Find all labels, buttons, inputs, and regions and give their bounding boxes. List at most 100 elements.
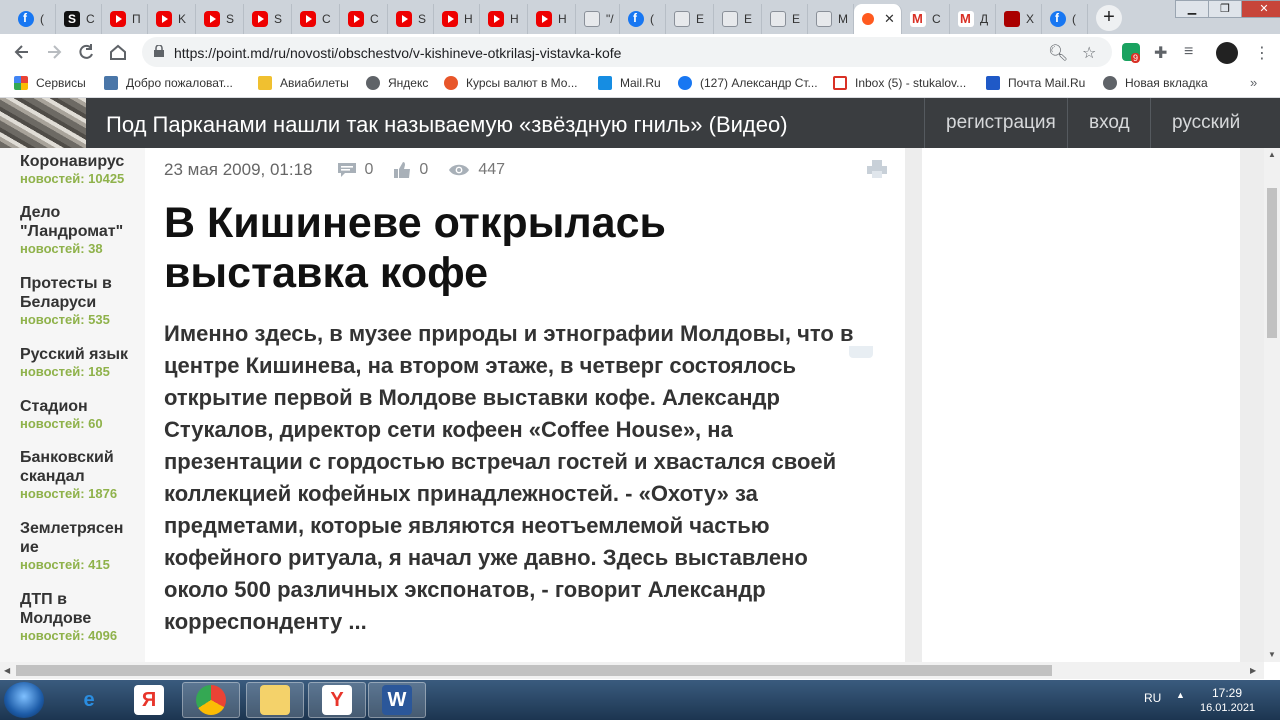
- topic-item[interactable]: Землетрясен ие новостей: 415: [20, 519, 140, 573]
- bookmark-item[interactable]: Курсы валют в Мо...: [444, 76, 578, 90]
- browser-tab[interactable]: (: [620, 4, 666, 34]
- bookmark-item[interactable]: Новая вкладка: [1103, 76, 1208, 90]
- scroll-down-arrow-icon[interactable]: ▼: [1268, 650, 1276, 659]
- adblock-extension-icon[interactable]: 9: [1122, 43, 1141, 63]
- profile-avatar[interactable]: [1216, 42, 1238, 64]
- topic-item[interactable]: Русский язык новостей: 185: [20, 345, 140, 380]
- extensions-puzzle-icon[interactable]: ✚: [1154, 43, 1172, 62]
- bookmark-item[interactable]: Авиабилеты: [258, 76, 349, 90]
- word-taskbar-button[interactable]: W: [368, 682, 426, 718]
- print-icon[interactable]: [867, 160, 887, 178]
- scroll-right-arrow-icon[interactable]: ▶: [1250, 666, 1256, 675]
- generic-page-icon: [816, 11, 832, 27]
- forward-button[interactable]: [44, 42, 64, 62]
- close-tab-icon[interactable]: ✕: [884, 11, 895, 27]
- topic-item[interactable]: Дело "Ландромат" новостей: 38: [20, 203, 140, 257]
- browser-tab[interactable]: "/: [576, 4, 620, 34]
- tab-title: K: [178, 12, 187, 26]
- file-explorer-taskbar-button[interactable]: [246, 682, 304, 718]
- browser-tab[interactable]: S: [388, 4, 434, 34]
- header-thumbnail[interactable]: [0, 98, 86, 148]
- topic-item[interactable]: Коронавирус новостей: 10425: [20, 152, 140, 187]
- clock-date[interactable]: 16.01.2021: [1200, 702, 1255, 714]
- browser-tab[interactable]: C: [292, 4, 340, 34]
- media-control-icon[interactable]: ≡: [1184, 43, 1202, 61]
- gmail-icon: [910, 11, 926, 27]
- new-tab-button[interactable]: +: [1096, 5, 1122, 31]
- bookmark-item[interactable]: Яндекс: [366, 76, 428, 90]
- bookmark-star-icon[interactable]: ☆: [1082, 43, 1096, 63]
- bookmark-item[interactable]: Почта Mail.Ru: [986, 76, 1085, 90]
- browser-tab[interactable]: S: [244, 4, 292, 34]
- bookmark-item[interactable]: Inbox (5) - stukalov...: [833, 76, 966, 90]
- home-button[interactable]: [108, 42, 128, 62]
- minimize-button[interactable]: ▁: [1175, 0, 1209, 18]
- bookmark-item[interactable]: Mail.Ru: [598, 76, 661, 90]
- site-nav-link[interactable]: русский: [1150, 98, 1261, 148]
- browser-tab[interactable]: C: [902, 4, 950, 34]
- currency-icon: [444, 76, 458, 90]
- zoom-icon[interactable]: 🔍︎: [1048, 43, 1068, 63]
- browser-tab[interactable]: П: [102, 4, 148, 34]
- start-button[interactable]: [4, 682, 44, 718]
- scroll-up-arrow-icon[interactable]: ▲: [1268, 150, 1276, 159]
- browser-tab[interactable]: E: [762, 4, 808, 34]
- topic-item[interactable]: Протесты в Беларуси новостей: 535: [20, 274, 140, 328]
- close-window-button[interactable]: ✕: [1241, 0, 1280, 18]
- site-nav-link[interactable]: регистрация: [924, 98, 1077, 148]
- browser-tab[interactable]: M: [808, 4, 854, 34]
- yandex-browser-icon: Я: [134, 685, 164, 715]
- bookmark-item[interactable]: Сервисы: [14, 76, 86, 90]
- tab-title: E: [744, 12, 753, 26]
- menu-dots-icon[interactable]: ⋮: [1254, 43, 1272, 62]
- tab-title: (: [40, 12, 44, 26]
- maximize-button[interactable]: ❐: [1208, 0, 1242, 18]
- browser-tab[interactable]: H: [434, 4, 480, 34]
- browser-tab[interactable]: (: [10, 4, 56, 34]
- browser-tab[interactable]: H: [528, 4, 576, 34]
- browser-tab[interactable]: E: [714, 4, 762, 34]
- back-button[interactable]: [12, 42, 32, 62]
- topic-item[interactable]: ДТП в Молдове новостей: 4096: [20, 590, 140, 644]
- browser-tab[interactable]: (: [1042, 4, 1088, 34]
- browser-tab[interactable]: E: [666, 4, 714, 34]
- browser-tab[interactable]: ✕: [854, 4, 902, 34]
- topic-item[interactable]: Стадион новостей: 60: [20, 397, 140, 432]
- tab-title: E: [696, 12, 705, 26]
- vertical-scroll-thumb[interactable]: [1267, 188, 1277, 338]
- site-nav-link[interactable]: вход: [1067, 98, 1151, 148]
- scroll-left-arrow-icon[interactable]: ◀: [4, 666, 10, 675]
- browser-tab[interactable]: H: [480, 4, 528, 34]
- youtube-icon: [204, 11, 220, 27]
- horizontal-scrollbar[interactable]: ◀ ▶: [0, 662, 1264, 679]
- reload-button[interactable]: [76, 42, 96, 62]
- browser-tab[interactable]: Д: [950, 4, 996, 34]
- address-bar[interactable]: https://point.md/ru/novosti/obschestvo/v…: [142, 37, 1112, 67]
- bookmark-item[interactable]: Добро пожаловат...: [104, 76, 233, 90]
- extension-badge: 9: [1131, 53, 1141, 63]
- browser-tab[interactable]: K: [148, 4, 196, 34]
- home-icon: [110, 44, 126, 60]
- tab-title: C: [322, 12, 331, 26]
- article: 23 мая 2009, 01:18 0 0 447 В Кишиневе от…: [145, 148, 905, 662]
- more-bookmarks-icon[interactable]: »: [1250, 75, 1257, 90]
- topic-item[interactable]: Банковский скандал новостей: 1876: [20, 448, 140, 502]
- browser-tab[interactable]: C: [340, 4, 388, 34]
- yandex-browser-taskbar-button[interactable]: Я: [120, 682, 178, 718]
- internet-explorer-taskbar-button[interactable]: e: [60, 682, 118, 718]
- vertical-scrollbar[interactable]: ▲ ▼: [1264, 148, 1280, 662]
- comments-icon[interactable]: [337, 162, 357, 178]
- chrome-taskbar-button[interactable]: [182, 682, 240, 718]
- tray-expand-icon[interactable]: ▲: [1176, 690, 1185, 700]
- ticker-headline[interactable]: Под Парканами нашли так называемую «звёз…: [106, 112, 788, 138]
- yandex-taskbar-button[interactable]: Y: [308, 682, 366, 718]
- browser-tab[interactable]: X: [996, 4, 1042, 34]
- browser-tab[interactable]: S: [196, 4, 244, 34]
- window-controls: ▁ ❐ ✕: [1175, 0, 1280, 18]
- browser-tab[interactable]: C: [56, 4, 102, 34]
- bookmark-item[interactable]: (127) Александр Ст...: [678, 76, 818, 90]
- input-language[interactable]: RU: [1144, 691, 1161, 705]
- clock-time[interactable]: 17:29: [1212, 686, 1242, 700]
- thumbs-up-icon[interactable]: [393, 161, 411, 179]
- horizontal-scroll-thumb[interactable]: [16, 665, 1052, 676]
